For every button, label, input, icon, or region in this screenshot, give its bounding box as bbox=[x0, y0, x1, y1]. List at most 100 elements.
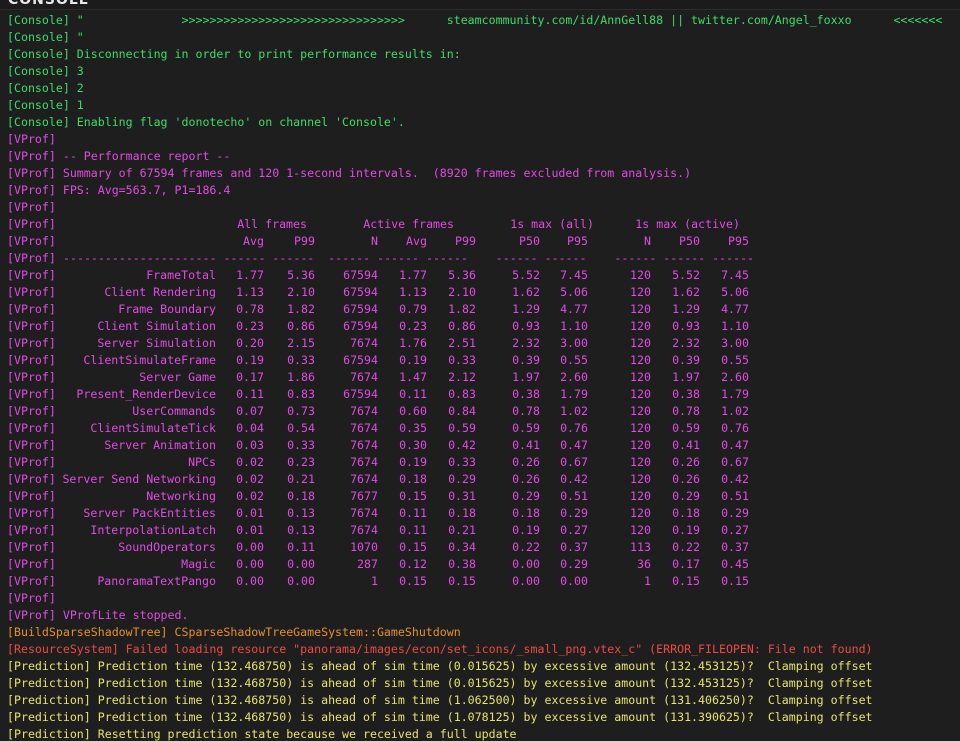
vprof-cell: 120 bbox=[630, 506, 651, 520]
vprof-cell: 0.83 bbox=[287, 387, 315, 401]
column-header: P95 bbox=[567, 234, 588, 248]
vprof-row: [VProf] Server Simulation 0.20 2.15 7674 1.76… bbox=[7, 335, 957, 352]
vprof-cell: 0.41 bbox=[512, 438, 540, 452]
vprof-cell: 1.79 bbox=[560, 387, 588, 401]
group-header: 1s max (all) bbox=[510, 217, 594, 231]
vprof-row: [VProf] PanoramaTextPango 0.00 0.00 1 0.15 0.1… bbox=[7, 573, 957, 590]
log-line: [Prediction] Prediction time (132.468750… bbox=[7, 659, 873, 673]
group-header: All frames bbox=[237, 217, 307, 231]
vprof-row-name: ClientSimulateTick bbox=[90, 421, 216, 435]
vprof-cell: 0.02 bbox=[236, 489, 264, 503]
vprof-cell: 1.62 bbox=[512, 285, 540, 299]
vprof-cell: 120 bbox=[630, 472, 651, 486]
vprof-row-name: Magic bbox=[181, 557, 216, 571]
vprof-tag: [VProf] bbox=[7, 370, 56, 384]
vprof-cell: 0.18 bbox=[512, 506, 540, 520]
log-line: [VProf] bbox=[7, 200, 56, 214]
vprof-cell: 0.00 bbox=[236, 557, 264, 571]
vprof-cell: 0.19 bbox=[399, 455, 427, 469]
vprof-cell: 0.07 bbox=[236, 404, 264, 418]
vprof-cell: 0.18 bbox=[287, 489, 315, 503]
vprof-cell: 7.45 bbox=[560, 268, 588, 282]
vprof-tag: [VProf] bbox=[7, 404, 56, 418]
console-output[interactable]: [Console] " >>>>>>>>>>>>>>>>>>>>>>>>>>>>… bbox=[0, 9, 960, 741]
vprof-cell: 1.79 bbox=[721, 387, 749, 401]
vprof-cell: 120 bbox=[630, 336, 651, 350]
vprof-cell: 4.77 bbox=[721, 302, 749, 316]
vprof-row-name: Present_RenderDevice bbox=[76, 387, 216, 401]
vprof-cell: 0.83 bbox=[448, 387, 476, 401]
vprof-cell: 0.29 bbox=[512, 489, 540, 503]
vprof-row-name: Server Send Networking bbox=[62, 472, 216, 486]
vprof-tag: [VProf] bbox=[7, 285, 56, 299]
log-line: [Prediction] Resetting prediction state … bbox=[7, 727, 517, 741]
vprof-cell: 2.32 bbox=[672, 336, 700, 350]
vprof-row-name: Server Simulation bbox=[97, 336, 216, 350]
vprof-cell: 3.00 bbox=[721, 336, 749, 350]
console-title: CONSOLE bbox=[8, 0, 90, 8]
vprof-cell: 120 bbox=[630, 523, 651, 537]
vprof-cell: 7674 bbox=[350, 370, 378, 384]
log-line: [VProf] bbox=[7, 132, 56, 146]
vprof-cell: 0.47 bbox=[721, 438, 749, 452]
vprof-row-name: Frame Boundary bbox=[118, 302, 216, 316]
log-line: [Console] 2 bbox=[7, 81, 84, 95]
vprof-cell: 1.10 bbox=[560, 319, 588, 333]
vprof-cell: 1.86 bbox=[287, 370, 315, 384]
log-line: [BuildSparseShadowTree] CSparseShadowTre… bbox=[7, 625, 461, 639]
vprof-tag: [VProf] bbox=[7, 251, 56, 265]
vprof-cell: 120 bbox=[630, 370, 651, 384]
vprof-cell: 0.01 bbox=[236, 506, 264, 520]
vprof-tag: [VProf] bbox=[7, 387, 56, 401]
vprof-cell: 5.52 bbox=[672, 268, 700, 282]
log-line: [VProf] -- Performance report -- bbox=[7, 149, 231, 163]
vprof-row-name: InterpolationLatch bbox=[90, 523, 216, 537]
vprof-cell: 2.51 bbox=[448, 336, 476, 350]
vprof-cell: 0.27 bbox=[560, 523, 588, 537]
log-line: [Console] 1 bbox=[7, 98, 84, 112]
vprof-cell: 0.11 bbox=[236, 387, 264, 401]
vprof-cell: 0.67 bbox=[560, 455, 588, 469]
vprof-cell: 120 bbox=[630, 455, 651, 469]
vprof-cell: 3.00 bbox=[560, 336, 588, 350]
vprof-tag: [VProf] bbox=[7, 234, 56, 248]
vprof-cell: 0.29 bbox=[721, 506, 749, 520]
vprof-tag: [VProf] bbox=[7, 472, 56, 486]
vprof-cell: 120 bbox=[630, 353, 651, 367]
vprof-row: [VProf] Frame Boundary 0.78 1.82 67594 0.79 1.… bbox=[7, 301, 957, 318]
vprof-row: [VProf] Present_RenderDevice 0.11 0.83 67594… bbox=[7, 386, 957, 403]
vprof-cell: 67594 bbox=[343, 302, 378, 316]
vprof-cell: 0.23 bbox=[287, 455, 315, 469]
vprof-cell: 120 bbox=[630, 268, 651, 282]
vprof-cell: 1.82 bbox=[287, 302, 315, 316]
vprof-cell: 0.22 bbox=[512, 540, 540, 554]
vprof-cell: 0.15 bbox=[721, 574, 749, 588]
vprof-row: [VProf] Server Game 0.17 1.86 7674 1.47 2.12 1.… bbox=[7, 369, 957, 386]
vprof-cell: 7674 bbox=[350, 421, 378, 435]
vprof-cell: 1 bbox=[371, 574, 378, 588]
column-header: P50 bbox=[519, 234, 540, 248]
vprof-cell: 0.17 bbox=[672, 557, 700, 571]
vprof-cell: 0.76 bbox=[560, 421, 588, 435]
vprof-cell: 0.00 bbox=[287, 557, 315, 571]
log-line: [Console] 3 bbox=[7, 64, 84, 78]
vprof-row-name: ClientSimulateFrame bbox=[83, 353, 216, 367]
vprof-cell: 0.19 bbox=[512, 523, 540, 537]
vprof-row-name: PanoramaTextPango bbox=[97, 574, 216, 588]
vprof-cell: 0.84 bbox=[448, 404, 476, 418]
vprof-cell: 0.00 bbox=[560, 574, 588, 588]
log-line: [Console] Enabling flag 'donotecho' on c… bbox=[7, 115, 405, 129]
vprof-cell: 1.77 bbox=[236, 268, 264, 282]
vprof-cell: 0.39 bbox=[512, 353, 540, 367]
vprof-cell: 0.19 bbox=[672, 523, 700, 537]
log-line: [Console] " bbox=[7, 30, 84, 44]
log-line: [Prediction] Prediction time (132.468750… bbox=[7, 676, 873, 690]
vprof-cell: 0.54 bbox=[287, 421, 315, 435]
vprof-cell: 0.59 bbox=[672, 421, 700, 435]
vprof-cell: 36 bbox=[637, 557, 651, 571]
vprof-cell: 0.00 bbox=[236, 540, 264, 554]
vprof-row: [VProf] NPCs 0.02 0.23 7674 0.19 0.33 0.26 0.67 1… bbox=[7, 454, 957, 471]
log-line: [VProf] bbox=[7, 591, 56, 605]
column-header: Avg bbox=[243, 234, 264, 248]
vprof-cell: 0.18 bbox=[448, 506, 476, 520]
